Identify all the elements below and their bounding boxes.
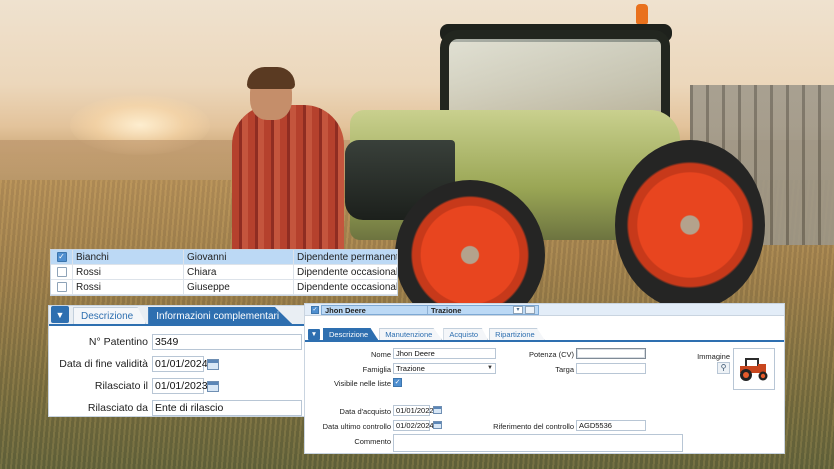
table-row[interactable]: Rossi Giuseppe Dipendente occasionale	[51, 279, 397, 295]
cell-type: Dipendente occasionale	[297, 281, 397, 293]
visibile-label: Visibile nelle liste	[334, 379, 391, 388]
license-number-label: N° Patentino	[88, 336, 148, 348]
commento-field[interactable]	[393, 434, 683, 452]
commento-label: Commento	[354, 437, 391, 446]
data-acquisto-field[interactable]: 01/01/2022	[393, 405, 434, 416]
issued-by-label: Rilasciato da	[87, 402, 148, 414]
potenza-label: Potenza (CV)	[528, 350, 574, 359]
calendar-icon[interactable]	[207, 380, 219, 392]
license-tabbar: ▼ Descrizione Informazioni complementari	[49, 306, 307, 326]
cell-name: Chiara	[184, 264, 294, 280]
tractor-beacon	[636, 4, 648, 24]
cell-name: Giovanni	[184, 249, 294, 265]
visibile-checkbox[interactable]: ✓	[393, 378, 402, 387]
table-row[interactable]: Rossi Chiara Dipendente occasionale	[51, 264, 397, 280]
famiglia-label: Famiglia	[362, 365, 391, 374]
vehicle-selected-row[interactable]: Jhon Deere Trazione ▾	[321, 304, 539, 315]
vehicle-image[interactable]	[733, 348, 775, 390]
famiglia-select[interactable]: Trazione ▼	[393, 363, 496, 374]
tab-manutenzione[interactable]: Manutenzione	[379, 328, 443, 340]
cell-surname: Rossi	[73, 279, 184, 295]
expiry-date-label: Data di fine validità	[59, 358, 148, 370]
data-controllo-field[interactable]: 01/02/2024	[393, 420, 434, 431]
expiry-date-field[interactable]: 01/01/2024	[152, 356, 208, 372]
tab-informazioni-complementari[interactable]: Informazioni complementari	[148, 307, 293, 324]
chevron-down-icon: ▼	[487, 365, 493, 371]
farmer-shirt	[232, 105, 344, 255]
vehicle-tabbar: ▼ Descrizione Manutenzione Acquisto Ripa…	[305, 316, 784, 342]
famiglia-value: Trazione	[396, 364, 425, 373]
riferimento-field[interactable]: AGD5536	[576, 420, 646, 431]
potenza-field[interactable]	[576, 348, 646, 359]
chevron-down-icon[interactable]: ▼	[308, 329, 320, 340]
vehicle-header-family: Trazione	[431, 305, 462, 315]
vehicle-panel: ✓ Jhon Deere Trazione ▾ ▼ Descrizione Ma…	[304, 303, 785, 454]
issued-date-label: Rilasciato il	[94, 380, 148, 392]
tab-ripartizione[interactable]: Ripartizione	[489, 328, 545, 340]
nome-field[interactable]: Jhon Deere	[393, 348, 496, 359]
data-acquisto-label: Data d'acquisto	[339, 407, 391, 416]
chevron-down-icon[interactable]: ▼	[51, 306, 69, 323]
cell-name: Giuseppe	[184, 279, 294, 295]
calendar-icon[interactable]	[433, 406, 442, 414]
employees-grid: ✓ Bianchi Giovanni Dipendente permanente…	[50, 249, 398, 296]
tab-descrizione[interactable]: Descrizione	[323, 328, 379, 340]
cell-type: Dipendente permanente	[297, 251, 397, 263]
table-row[interactable]: ✓ Bianchi Giovanni Dipendente permanente	[51, 249, 397, 265]
vehicle-header-row[interactable]: ✓ Jhon Deere Trazione ▾	[305, 304, 784, 316]
targa-field[interactable]	[576, 363, 646, 374]
data-controllo-label: Data ultimo controllo	[322, 422, 391, 431]
issued-by-field[interactable]: Ente di rilascio	[152, 400, 302, 416]
immagine-label: Immagine	[697, 352, 730, 361]
farmer-hair	[247, 67, 295, 89]
row-checkbox[interactable]	[56, 282, 67, 292]
search-icon[interactable]: ⚲	[717, 362, 730, 374]
chevron-down-icon[interactable]: ▾	[513, 305, 523, 314]
cell-surname: Rossi	[73, 264, 184, 280]
ellipsis-button[interactable]	[525, 305, 535, 314]
tab-descrizione[interactable]: Descrizione	[73, 307, 147, 324]
issued-date-field[interactable]: 01/01/2023	[152, 378, 208, 394]
vehicle-header-name: Jhon Deere	[322, 305, 428, 315]
row-checkbox[interactable]: ✓	[311, 306, 319, 314]
nome-label: Nome	[370, 350, 391, 359]
calendar-icon[interactable]	[433, 421, 442, 429]
license-panel: ▼ Descrizione Informazioni complementari…	[48, 305, 308, 417]
row-checkbox[interactable]	[56, 267, 67, 277]
tab-acquisto[interactable]: Acquisto	[443, 328, 489, 340]
license-number-field[interactable]: 3549	[152, 334, 302, 350]
row-checkbox[interactable]: ✓	[56, 252, 67, 262]
riferimento-label: Riferimento del controllo	[493, 422, 574, 431]
targa-label: Targa	[555, 365, 574, 374]
calendar-icon[interactable]	[207, 358, 219, 370]
cell-surname: Bianchi	[73, 249, 184, 265]
cell-type: Dipendente occasionale	[297, 266, 397, 278]
tractor-rear-wheel	[615, 140, 765, 310]
tractor-thumbnail-icon	[740, 358, 768, 381]
